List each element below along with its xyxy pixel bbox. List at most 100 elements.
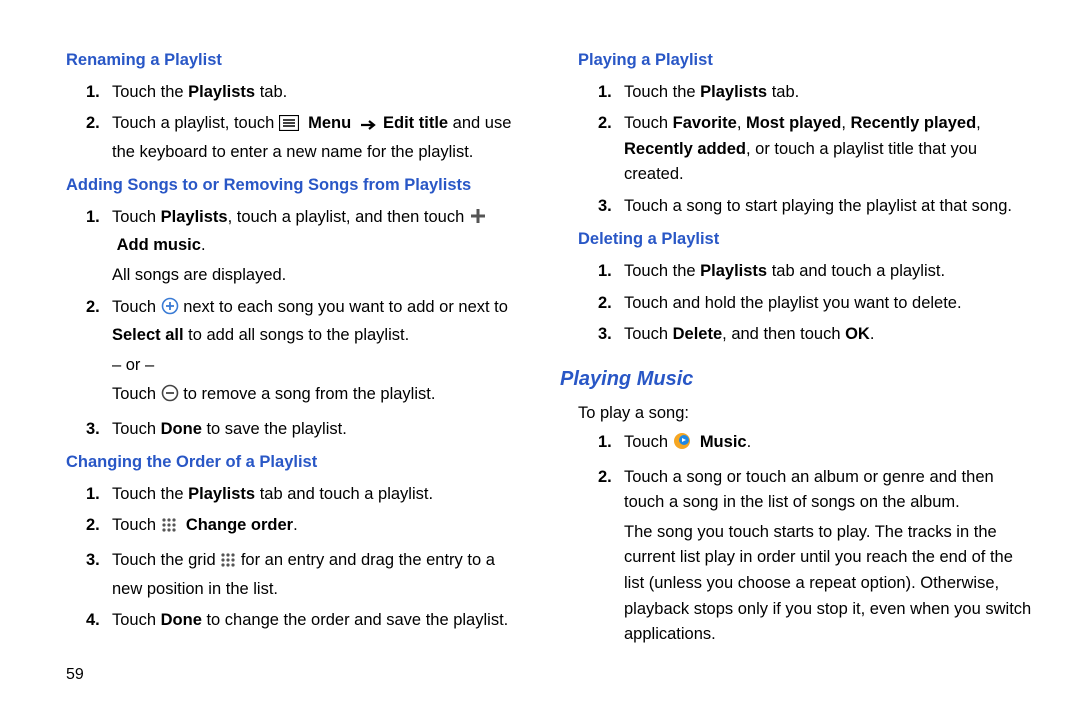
heading-deleting-playlist: Deleting a Playlist <box>578 227 1032 253</box>
text-bold: Playlists <box>700 83 767 101</box>
text: The song you touch starts to play. The t… <box>624 520 1032 648</box>
steps-playing-playlist: 1. Touch the Playlists tab. 2. Touch Fav… <box>560 78 1032 222</box>
text: Touch a song to start playing the playli… <box>624 197 1012 215</box>
step: 2. Touch and hold the playlist you want … <box>598 289 1032 319</box>
text: – or – <box>112 353 520 379</box>
text-bold: Playlists <box>188 485 255 503</box>
heading-renaming-playlist: Renaming a Playlist <box>66 48 520 74</box>
text: , <box>737 114 746 132</box>
text: . <box>870 325 875 343</box>
text-bold: Done <box>161 420 202 438</box>
heading-adding-removing-songs: Adding Songs to or Removing Songs from P… <box>66 173 520 199</box>
step: 4. Touch Done to change the order and sa… <box>86 606 520 636</box>
text: Touch <box>112 420 161 438</box>
heading-changing-order: Changing the Order of a Playlist <box>66 450 520 476</box>
text-bold: Recently added <box>624 140 746 158</box>
steps-renaming: 1. Touch the Playlists tab. 2. Touch a p… <box>48 78 520 168</box>
text: . <box>747 433 752 451</box>
text: to remove a song from the playlist. <box>179 385 436 403</box>
text: , <box>976 114 981 132</box>
heading-playing-playlist: Playing a Playlist <box>578 48 1032 74</box>
text: . <box>201 236 206 254</box>
music-app-icon <box>673 432 691 459</box>
text: . <box>293 516 298 534</box>
text: to add all songs to the playlist. <box>184 326 410 344</box>
heading-playing-music: Playing Music <box>560 364 1032 395</box>
text-bold: Favorite <box>673 114 737 132</box>
step: 1. Touch Music. <box>598 428 1032 461</box>
text: to change the order and save the playlis… <box>202 611 508 629</box>
text-bold: Most played <box>746 114 841 132</box>
text-bold: Playlists <box>188 83 255 101</box>
text-bold: Change order <box>186 516 293 534</box>
text: , and then touch <box>722 325 845 343</box>
text: Touch <box>624 114 673 132</box>
step: 2. Touch Favorite, Most played, Recently… <box>598 109 1032 190</box>
text: Touch <box>112 298 161 316</box>
page-number: 59 <box>66 663 84 688</box>
step: 3. Touch Delete, and then touch OK. <box>598 320 1032 350</box>
text: Touch <box>112 516 161 534</box>
step: 1. Touch Playlists, touch a playlist, an… <box>86 203 520 291</box>
text: Touch a playlist, touch <box>112 114 279 132</box>
step: 3. Touch Done to save the playlist. <box>86 415 520 445</box>
text-bold: Music <box>700 433 747 451</box>
text: tab. <box>255 83 287 101</box>
right-column: Playing a Playlist 1. Touch the Playlist… <box>560 42 1032 652</box>
steps-add-remove: 1. Touch Playlists, touch a playlist, an… <box>48 203 520 445</box>
text-bold: Done <box>161 611 202 629</box>
text-bold: Playlists <box>161 208 228 226</box>
text-bold: Add music <box>117 236 201 254</box>
grid-small-icon <box>161 516 177 542</box>
text-bold: Select all <box>112 326 184 344</box>
step: 2. Touch Change order. <box>86 511 520 544</box>
text: Touch <box>112 208 161 226</box>
step: 2. Touch a song or touch an album or gen… <box>598 463 1032 650</box>
text-bold: Recently played <box>851 114 977 132</box>
step: 1. Touch the Playlists tab. <box>598 78 1032 108</box>
left-column: Renaming a Playlist 1. Touch the Playlis… <box>48 42 520 652</box>
step: 1. Touch the Playlists tab and touch a p… <box>598 257 1032 287</box>
text-bold: Playlists <box>700 262 767 280</box>
text-bold: Menu <box>308 114 351 132</box>
text: Touch <box>624 433 673 451</box>
arrow-right-icon <box>360 114 378 140</box>
intro-text: To play a song: <box>578 401 1032 427</box>
step: 1. Touch the Playlists tab and touch a p… <box>86 480 520 510</box>
text: Touch the <box>112 485 188 503</box>
steps-deleting-playlist: 1. Touch the Playlists tab and touch a p… <box>560 257 1032 350</box>
text: next to each song you want to add or nex… <box>179 298 508 316</box>
step: 2. Touch next to each song you want to a… <box>86 293 520 413</box>
grid-icon <box>220 551 236 577</box>
plus-thin-icon <box>469 207 487 234</box>
text: , <box>841 114 850 132</box>
text: Touch the <box>624 262 700 280</box>
text: Touch <box>112 385 161 403</box>
step: 2. Touch a playlist, touch Menu Edit tit… <box>86 109 520 167</box>
steps-change-order: 1. Touch the Playlists tab and touch a p… <box>48 480 520 636</box>
text: tab and touch a playlist. <box>255 485 433 503</box>
menu-icon <box>279 114 299 140</box>
text-bold: OK <box>845 325 870 343</box>
text: to save the playlist. <box>202 420 347 438</box>
text-bold: Edit title <box>383 114 448 132</box>
text: Touch the <box>112 83 188 101</box>
step: 1. Touch the Playlists tab. <box>86 78 520 108</box>
plus-circle-icon <box>161 297 179 324</box>
text: Touch the <box>624 83 700 101</box>
step: 3. Touch a song to start playing the pla… <box>598 192 1032 222</box>
text: tab. <box>767 83 799 101</box>
text: , touch a playlist, and then touch <box>228 208 469 226</box>
text: Touch the grid <box>112 551 220 569</box>
text: Touch <box>112 611 161 629</box>
text-bold: Delete <box>673 325 723 343</box>
text: All songs are displayed. <box>112 263 520 289</box>
document-page: Renaming a Playlist 1. Touch the Playlis… <box>0 0 1080 680</box>
text: tab and touch a playlist. <box>767 262 945 280</box>
steps-playing-music: 1. Touch Music. 2. Touch a song or touch… <box>560 428 1032 650</box>
text: Touch a song or touch an album or genre … <box>624 468 994 512</box>
step: 3. Touch the grid for an entry and drag … <box>86 546 520 604</box>
text: Touch and hold the playlist you want to … <box>624 294 962 312</box>
text: Touch <box>624 325 673 343</box>
minus-circle-icon <box>161 384 179 411</box>
